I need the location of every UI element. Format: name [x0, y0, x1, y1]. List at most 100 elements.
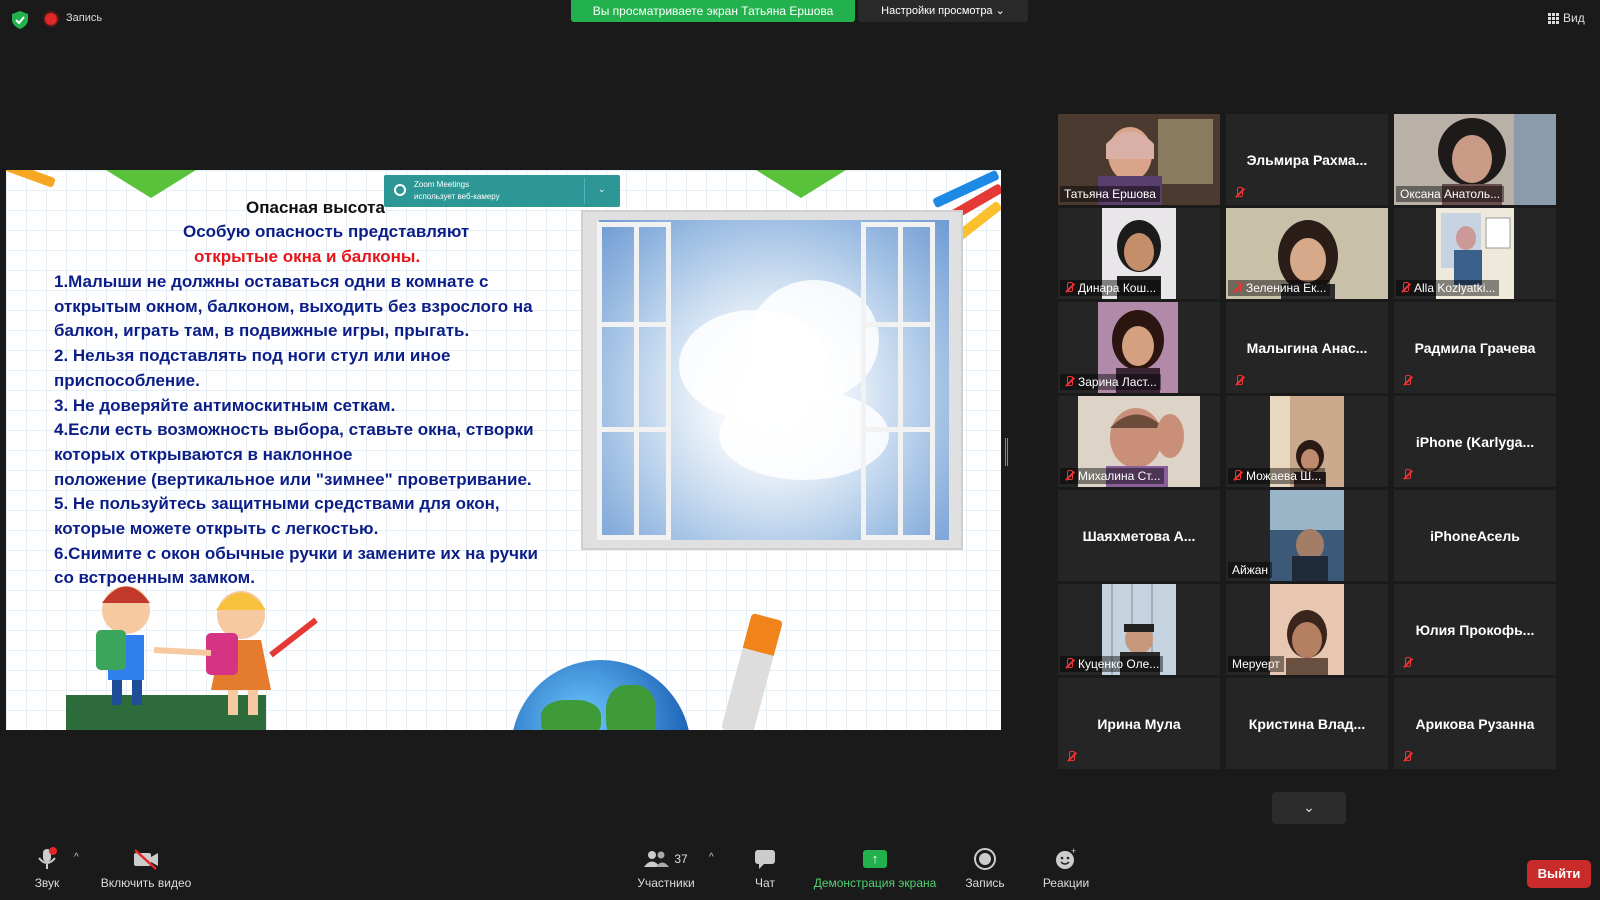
paintbrush-illustration [721, 612, 783, 730]
reactions-button[interactable]: + Реакции [1038, 846, 1094, 890]
participant-name: Шаяхметова А... [1082, 528, 1196, 544]
video-label: Включить видео [100, 876, 192, 890]
zoom-meeting-window: Запись Вы просматриваете экран Татьяна Е… [0, 0, 1600, 900]
participant-tile[interactable]: Динара Кош... [1058, 208, 1220, 299]
participant-tile[interactable]: Ирина Мула [1058, 678, 1220, 769]
share-screen-button[interactable]: ↑ Демонстрация экрана [810, 846, 940, 890]
slide-line: которые можете открыть с легкостью. [54, 519, 379, 539]
viewing-screen-banner: Вы просматриваете экран Татьяна Ершова [571, 0, 855, 22]
participant-tile[interactable]: Alla Kozlyatki... [1394, 208, 1556, 299]
smiley-icon: + [1056, 847, 1076, 869]
muted-mic-icon [1402, 469, 1412, 481]
participant-tile[interactable]: Шаяхметова А... [1058, 490, 1220, 581]
participant-tile[interactable]: Кристина Влад... [1226, 678, 1388, 769]
slide-line: балкон, играть там, в подвижные игры, пр… [54, 321, 470, 341]
record-button[interactable]: Запись [960, 846, 1010, 890]
view-settings-button[interactable]: Настройки просмотра ⌄ [858, 0, 1028, 22]
slide-line: 1.Малыши не должны оставаться одни в ком… [54, 272, 489, 291]
security-shield-icon[interactable] [12, 11, 28, 29]
participants-options-caret[interactable]: ^ [709, 852, 714, 863]
start-video-button[interactable]: Включить видео [96, 846, 196, 890]
participants-label: Участники [637, 876, 695, 890]
participant-tile[interactable]: Радмила Грачева [1394, 302, 1556, 393]
participants-icon [644, 851, 670, 867]
participant-tile[interactable]: Зарина Ласт... [1058, 302, 1220, 393]
participant-name-label: Зеленина Ек... [1228, 280, 1331, 296]
participant-name-label: Динара Кош... [1060, 280, 1161, 296]
participant-name-label: Татьяна Ершова [1060, 186, 1160, 202]
participants-button[interactable]: 37 Участники [626, 846, 706, 890]
globe-illustration [511, 660, 691, 730]
webcam-usage-notice[interactable]: Zoom Meetings использует веб-камеру ⌄ [384, 175, 620, 207]
bottom-toolbar: Звук ^ Включить видео 37 Участники ^ Чат… [0, 846, 1600, 900]
slide-subtitle: Особую опасность представляют [183, 222, 470, 241]
audio-options-caret[interactable]: ^ [74, 852, 79, 863]
slide-line: 5. Не пользуйтесь защитными средствами д… [54, 494, 500, 514]
participant-tile[interactable]: Айжан [1226, 490, 1388, 581]
participant-tile[interactable]: Меруерт [1226, 584, 1388, 675]
open-window-image [581, 210, 963, 550]
slide-line: 3. Не доверяйте антимоскитным сеткам. [54, 395, 396, 415]
slide-line: которых открываются в наклонное [54, 444, 353, 464]
record-icon [974, 848, 996, 870]
muted-mic-icon [1234, 187, 1244, 199]
slide-line: 6.Снимите с окон обычные ручки и заменит… [54, 543, 538, 563]
bunting-flag [106, 170, 196, 198]
participant-name-label: Alla Kozlyatki... [1396, 280, 1500, 296]
participant-name: Эльмира Рахма... [1246, 152, 1368, 168]
participant-tile[interactable]: Татьяна Ершова [1058, 114, 1220, 205]
children-illustration [66, 586, 318, 730]
participant-name-label: Меруерт [1228, 656, 1284, 672]
muted-mic-icon [1232, 470, 1242, 482]
share-screen-icon: ↑ [863, 850, 887, 868]
participant-tile[interactable]: Михалина Ст... [1058, 396, 1220, 487]
participant-name: Малыгина Анас... [1246, 340, 1368, 356]
shared-screen[interactable]: Опасная высота Особую опасность представ… [6, 170, 1001, 730]
participant-tile[interactable]: Оксана Анатоль... [1394, 114, 1556, 205]
slide-line: открытым окном, балконом, выходить без в… [54, 296, 533, 316]
muted-mic-icon [1234, 375, 1244, 387]
participant-video [1270, 490, 1344, 581]
notice-subtitle: использует веб-камеру [414, 192, 500, 201]
leave-meeting-button[interactable]: Выйти [1527, 860, 1591, 888]
audio-button[interactable]: Звук [22, 846, 72, 890]
participant-tile[interactable]: Зеленина Ек... [1226, 208, 1388, 299]
participant-name: Кристина Влад... [1248, 716, 1366, 732]
right-shutter [861, 222, 935, 540]
split-resize-handle[interactable] [1005, 438, 1008, 466]
muted-mic-icon [1064, 282, 1074, 294]
participant-tile[interactable]: Эльмира Рахма... [1226, 114, 1388, 205]
microphone-icon [22, 846, 72, 872]
participant-name: iPhoneАсель [1430, 528, 1520, 544]
participant-tile[interactable]: Можаева Ш... [1226, 396, 1388, 487]
participant-name: Арикова Рузанна [1415, 716, 1535, 732]
left-shutter [597, 222, 671, 540]
participant-tile[interactable]: Малыгина Анас... [1226, 302, 1388, 393]
gallery-next-page-button[interactable]: ⌄ [1272, 792, 1346, 824]
slide-line: 2. Нельзя подставлять под ноги стул или … [54, 346, 451, 366]
participant-tile[interactable]: Юлия Прокофь... [1394, 584, 1556, 675]
recording-label: Запись [66, 12, 103, 24]
chevron-down-icon[interactable]: ⌄ [598, 184, 606, 195]
participant-tile[interactable]: Арикова Рузанна [1394, 678, 1556, 769]
slide-line: положение (вертикальное или "зимнее" про… [54, 469, 532, 489]
muted-mic-icon [1064, 470, 1074, 482]
chat-label: Чат [755, 876, 775, 890]
muted-mic-icon [1064, 376, 1074, 388]
participant-tile[interactable]: iPhoneАсель [1394, 490, 1556, 581]
participant-name-label: Оксана Анатоль... [1396, 186, 1505, 202]
slide-highlight: открытые окна и балконы. [194, 247, 421, 266]
pencil-decoration [6, 170, 56, 188]
chat-button[interactable]: Чат [745, 846, 785, 890]
view-button[interactable]: Вид [1548, 11, 1585, 25]
participant-tile[interactable]: iPhone (Karlyga... [1394, 396, 1556, 487]
slide-title: Опасная высота [246, 198, 385, 217]
top-bar: Запись Вы просматриваете экран Татьяна Е… [0, 0, 1600, 38]
reactions-label: Реакции [1042, 876, 1090, 890]
chat-icon [755, 850, 775, 869]
muted-mic-icon [1232, 282, 1242, 294]
video-off-icon [96, 846, 196, 872]
participant-tile[interactable]: Куценко Оле... [1058, 584, 1220, 675]
participant-name-label: Айжан [1228, 562, 1273, 578]
chevron-down-icon: ⌄ [1303, 799, 1315, 815]
